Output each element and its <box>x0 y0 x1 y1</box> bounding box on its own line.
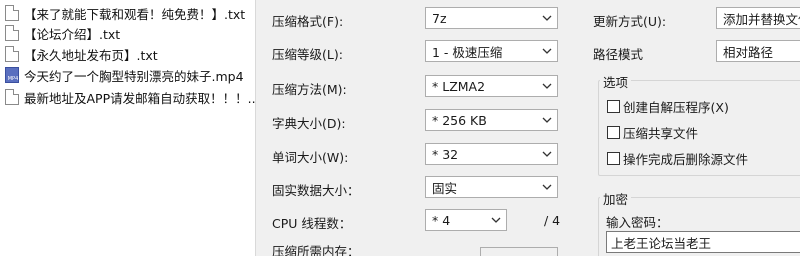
threads-max: / 4 <box>544 213 561 228</box>
mp4-file-icon <box>5 67 20 83</box>
file-name: 今天约了一个胸型特别漂亮的妹子.mp4 <box>24 68 244 84</box>
checkbox[interactable] <box>607 126 620 139</box>
chevron-down-icon <box>490 214 502 226</box>
delete-after-checkbox[interactable]: 操作完成后删除源文件 <box>607 149 748 168</box>
chevron-down-icon <box>541 148 553 160</box>
file-name: 【论坛介绍】.txt <box>24 26 121 42</box>
file-row[interactable]: 【来了就能下载和观看！纯免费！】.txt <box>0 3 255 23</box>
txt-file-icon <box>5 5 19 21</box>
chevron-down-icon <box>541 114 553 126</box>
solid-label: 固实数据大小： <box>272 183 360 198</box>
word-label: 单词大小(W): <box>272 150 349 165</box>
update-select[interactable]: 添加并替换文件 <box>716 7 800 29</box>
file-name: 【永久地址发布页】.txt <box>24 47 158 63</box>
format-label: 压缩格式(F): <box>272 14 344 29</box>
file-row[interactable]: 最新地址及APP请发邮箱自动获取！！！.... <box>0 87 256 107</box>
level-label: 压缩等级(L): <box>272 47 343 62</box>
chevron-down-icon <box>541 45 553 57</box>
method-value: * LZMA2 <box>432 78 486 94</box>
solid-select[interactable]: 固实 <box>425 176 558 198</box>
path-select[interactable]: 相对路径 <box>716 40 800 62</box>
solid-value: 固实 <box>432 180 458 196</box>
password-input[interactable]: 上老王论坛当老王 <box>606 231 800 253</box>
sfx-checkbox[interactable]: 创建自解压程序(X) <box>607 97 729 116</box>
password-value: 上老王论坛当老王 <box>611 235 712 251</box>
shared-files-checkbox-label: 压缩共享文件 <box>623 126 699 141</box>
format-select[interactable]: 7z <box>425 7 558 29</box>
update-value: 添加并替换文件 <box>723 11 800 27</box>
update-label: 更新方式(U): <box>593 14 667 29</box>
method-label: 压缩方法(M): <box>272 82 347 97</box>
memory-value-box <box>480 247 558 256</box>
sfx-checkbox-label: 创建自解压程序(X) <box>623 100 729 115</box>
file-list[interactable]: 【来了就能下载和观看！纯免费！】.txt 【论坛介绍】.txt 【永久地址发布页… <box>0 0 256 256</box>
level-select[interactable]: 1 - 极速压缩 <box>425 40 558 62</box>
options-group-title: 选项 <box>600 72 632 91</box>
word-value: * 32 <box>432 146 459 162</box>
password-label: 输入密码： <box>606 215 669 230</box>
dict-label: 字典大小(D): <box>272 116 346 131</box>
shared-files-checkbox[interactable]: 压缩共享文件 <box>607 123 698 142</box>
encrypt-group-title: 加密 <box>600 189 632 208</box>
threads-label: CPU 线程数： <box>272 216 352 231</box>
chevron-down-icon <box>541 12 553 24</box>
dict-value: * 256 KB <box>432 112 487 128</box>
chevron-down-icon <box>541 80 553 92</box>
file-row[interactable]: 今天约了一个胸型特别漂亮的妹子.mp4 <box>0 65 255 85</box>
memory-label: 压缩所需内存： <box>272 244 360 256</box>
level-value: 1 - 极速压缩 <box>432 44 503 60</box>
threads-select[interactable]: * 4 <box>425 209 507 231</box>
chevron-down-icon <box>541 181 553 193</box>
checkbox[interactable] <box>607 152 620 165</box>
txt-file-icon <box>5 46 19 62</box>
file-name: 最新地址及APP请发邮箱自动获取！！！.... <box>24 90 256 106</box>
method-select[interactable]: * LZMA2 <box>425 75 558 97</box>
file-name: 【来了就能下载和观看！纯免费！】.txt <box>24 6 246 22</box>
txt-file-icon <box>5 25 19 41</box>
file-row[interactable]: 【永久地址发布页】.txt <box>0 44 255 64</box>
delete-after-checkbox-label: 操作完成后删除源文件 <box>623 152 749 167</box>
path-label: 路径模式 <box>593 47 644 62</box>
checkbox[interactable] <box>607 100 620 113</box>
txt-file-icon <box>5 89 19 105</box>
format-value: 7z <box>432 10 447 26</box>
compress-settings-dialog: 压缩格式(F): 压缩等级(L): 压缩方法(M): 字典大小(D): 单词大小… <box>257 0 800 256</box>
word-select[interactable]: * 32 <box>425 143 558 165</box>
file-row[interactable]: 【论坛介绍】.txt <box>0 23 255 43</box>
path-value: 相对路径 <box>723 44 774 60</box>
dict-select[interactable]: * 256 KB <box>425 109 558 131</box>
